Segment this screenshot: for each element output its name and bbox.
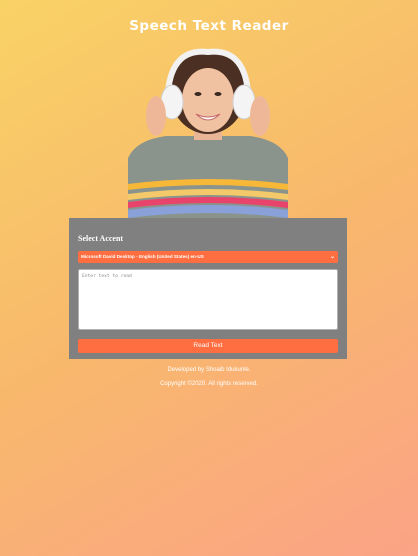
- page-title: Speech Text Reader: [129, 18, 289, 34]
- hero-image: [128, 48, 288, 220]
- select-accent-label: Select Accent: [78, 234, 124, 243]
- voice-select-value: Microsoft David Desktop - English (Unite…: [81, 254, 204, 259]
- text-input[interactable]: Enter text to read: [78, 269, 338, 330]
- developer-credit: Developed by Shoaib Idukunle.: [167, 367, 251, 373]
- reader-panel: Select Accent Microsoft David Desktop - …: [69, 218, 347, 359]
- chevron-down-icon: ⌄: [329, 254, 335, 260]
- text-input-placeholder: Enter text to read: [82, 274, 132, 279]
- copyright-text: Copyright ©2020. All rights reserved.: [160, 381, 258, 387]
- read-text-button[interactable]: Read Text: [78, 339, 338, 353]
- voice-select[interactable]: Microsoft David Desktop - English (Unite…: [78, 251, 338, 263]
